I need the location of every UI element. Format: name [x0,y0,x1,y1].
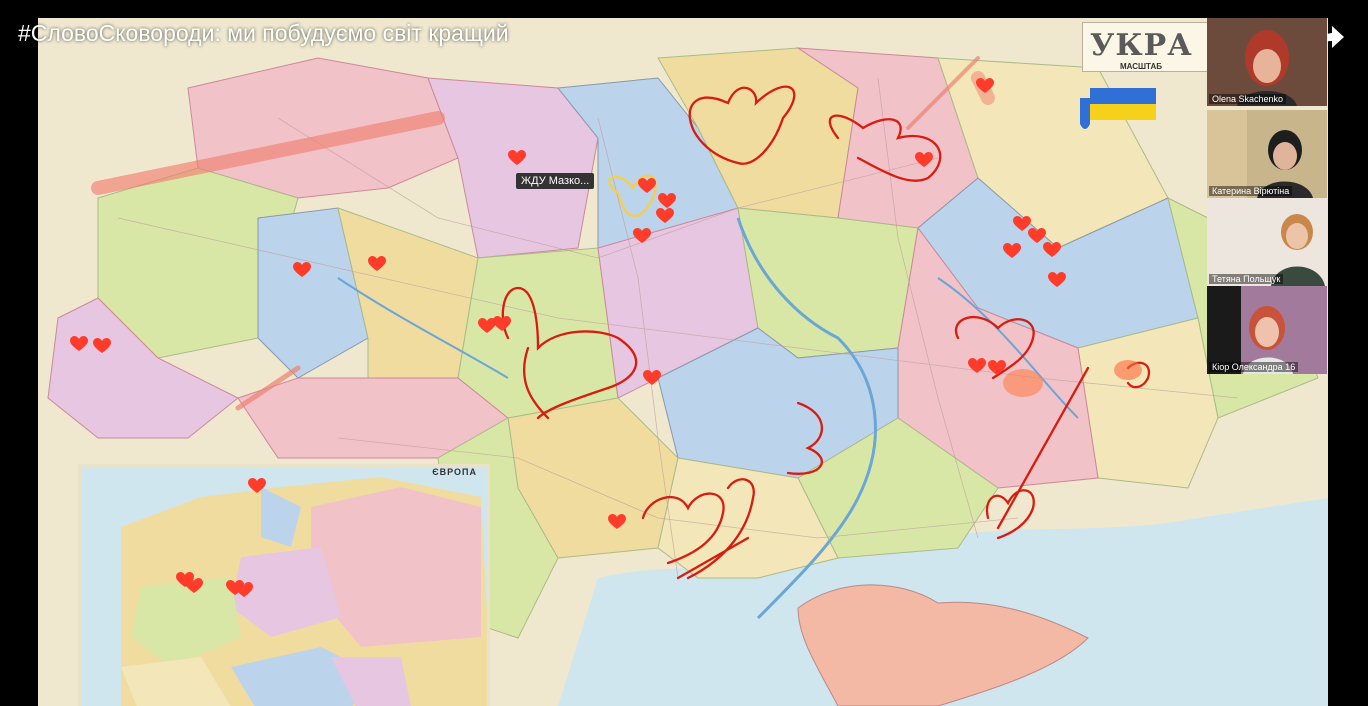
participants-panel: Olena Skachenko Катерина Вірютіна Тетяна… [1207,18,1327,378]
europe-drawing [81,467,487,706]
participant-video [1207,286,1327,374]
heart-reaction-icon [656,208,674,223]
heart-reaction-icon [633,228,651,243]
heart-reaction-icon [508,150,526,165]
participant-video [1207,198,1327,286]
heart-reaction-icon [248,478,266,493]
participant-name: Катерина Вірютіна [1209,186,1293,196]
heart-reaction-icon [93,338,111,353]
participant-name: Кіор Олександра 16 [1209,362,1299,372]
heart-reaction-icon [988,360,1006,375]
heart-reaction-icon [293,262,311,277]
heart-reaction-icon [368,256,386,271]
participant-tile[interactable]: Olena Skachenko [1207,18,1327,106]
participant-video [1207,110,1327,198]
heart-reaction-icon [976,78,994,93]
participant-video [1207,18,1327,106]
participant-tile[interactable]: Катерина Вірютіна [1207,110,1327,198]
heart-reaction-icon [1048,272,1066,287]
participant-tile[interactable]: Кіор Олександра 16 [1207,286,1327,374]
europe-inset-map: ЄВРОПА [78,464,490,706]
heart-reaction-icon [70,336,88,351]
heart-reaction-icon [608,514,626,529]
heart-reaction-icon [185,578,203,593]
video-player[interactable]: ЄВРОПА УКРА МАСШТАБ ЖДУ Мазко... #СловоС… [0,0,1368,706]
heart-reaction-icon [638,178,656,193]
heart-reaction-icon [643,370,661,385]
heart-reaction-icon [658,193,676,208]
map-tooltip: ЖДУ Мазко... [516,173,595,189]
video-title[interactable]: #СловоСковороди: ми побудуємо світ кращи… [18,20,509,47]
heart-reaction-icon [1003,243,1021,258]
heart-reaction-icon [968,358,986,373]
map-title: УКРА [1090,28,1193,63]
participant-name: Тетяна Польщук [1209,274,1284,284]
heart-reaction-icon [493,316,511,331]
ukraine-flag-icon [1080,88,1156,129]
europe-inset-title: ЄВРОПА [432,467,477,477]
map-scale-label: МАСШТАБ [1120,62,1162,71]
participant-tile[interactable]: Тетяна Польщук [1207,198,1327,286]
participant-name: Olena Skachenko [1209,94,1287,104]
heart-reaction-icon [915,152,933,167]
heart-reaction-icon [1043,242,1061,257]
heart-reaction-icon [235,582,253,597]
